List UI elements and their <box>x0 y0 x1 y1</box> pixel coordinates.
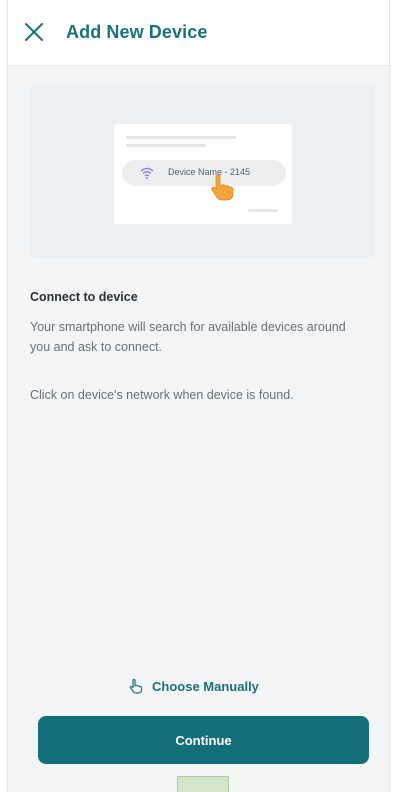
hint-text: Click on device's network when device is… <box>30 388 294 402</box>
choose-manually-link[interactable]: Choose Manually <box>128 675 259 697</box>
connect-illustration: Device Name - 2145 <box>30 84 375 258</box>
mock-line <box>126 144 206 147</box>
hand-icon <box>128 678 144 694</box>
wifi-icon <box>140 166 154 180</box>
home-indicator <box>177 776 229 792</box>
right-edge <box>389 0 397 792</box>
description-text: Your smartphone will search for availabl… <box>30 320 346 354</box>
device-pill: Device Name - 2145 <box>122 160 286 186</box>
continue-label: Continue <box>175 732 232 748</box>
header-bar: Add New Device <box>8 0 389 66</box>
choose-manually-label: Choose Manually <box>152 678 259 694</box>
section-title: Connect to device <box>30 290 138 304</box>
hand-pointer-icon <box>210 174 236 202</box>
left-edge <box>0 0 8 792</box>
continue-button[interactable]: Continue <box>38 716 369 764</box>
page-title: Add New Device <box>66 22 208 42</box>
screen: Add New Device Device Name - 2145 Connec… <box>0 0 397 792</box>
mock-device-list: Device Name - 2145 <box>114 124 292 224</box>
close-icon[interactable] <box>22 20 46 44</box>
mock-line <box>126 136 236 139</box>
mock-line <box>248 209 278 212</box>
